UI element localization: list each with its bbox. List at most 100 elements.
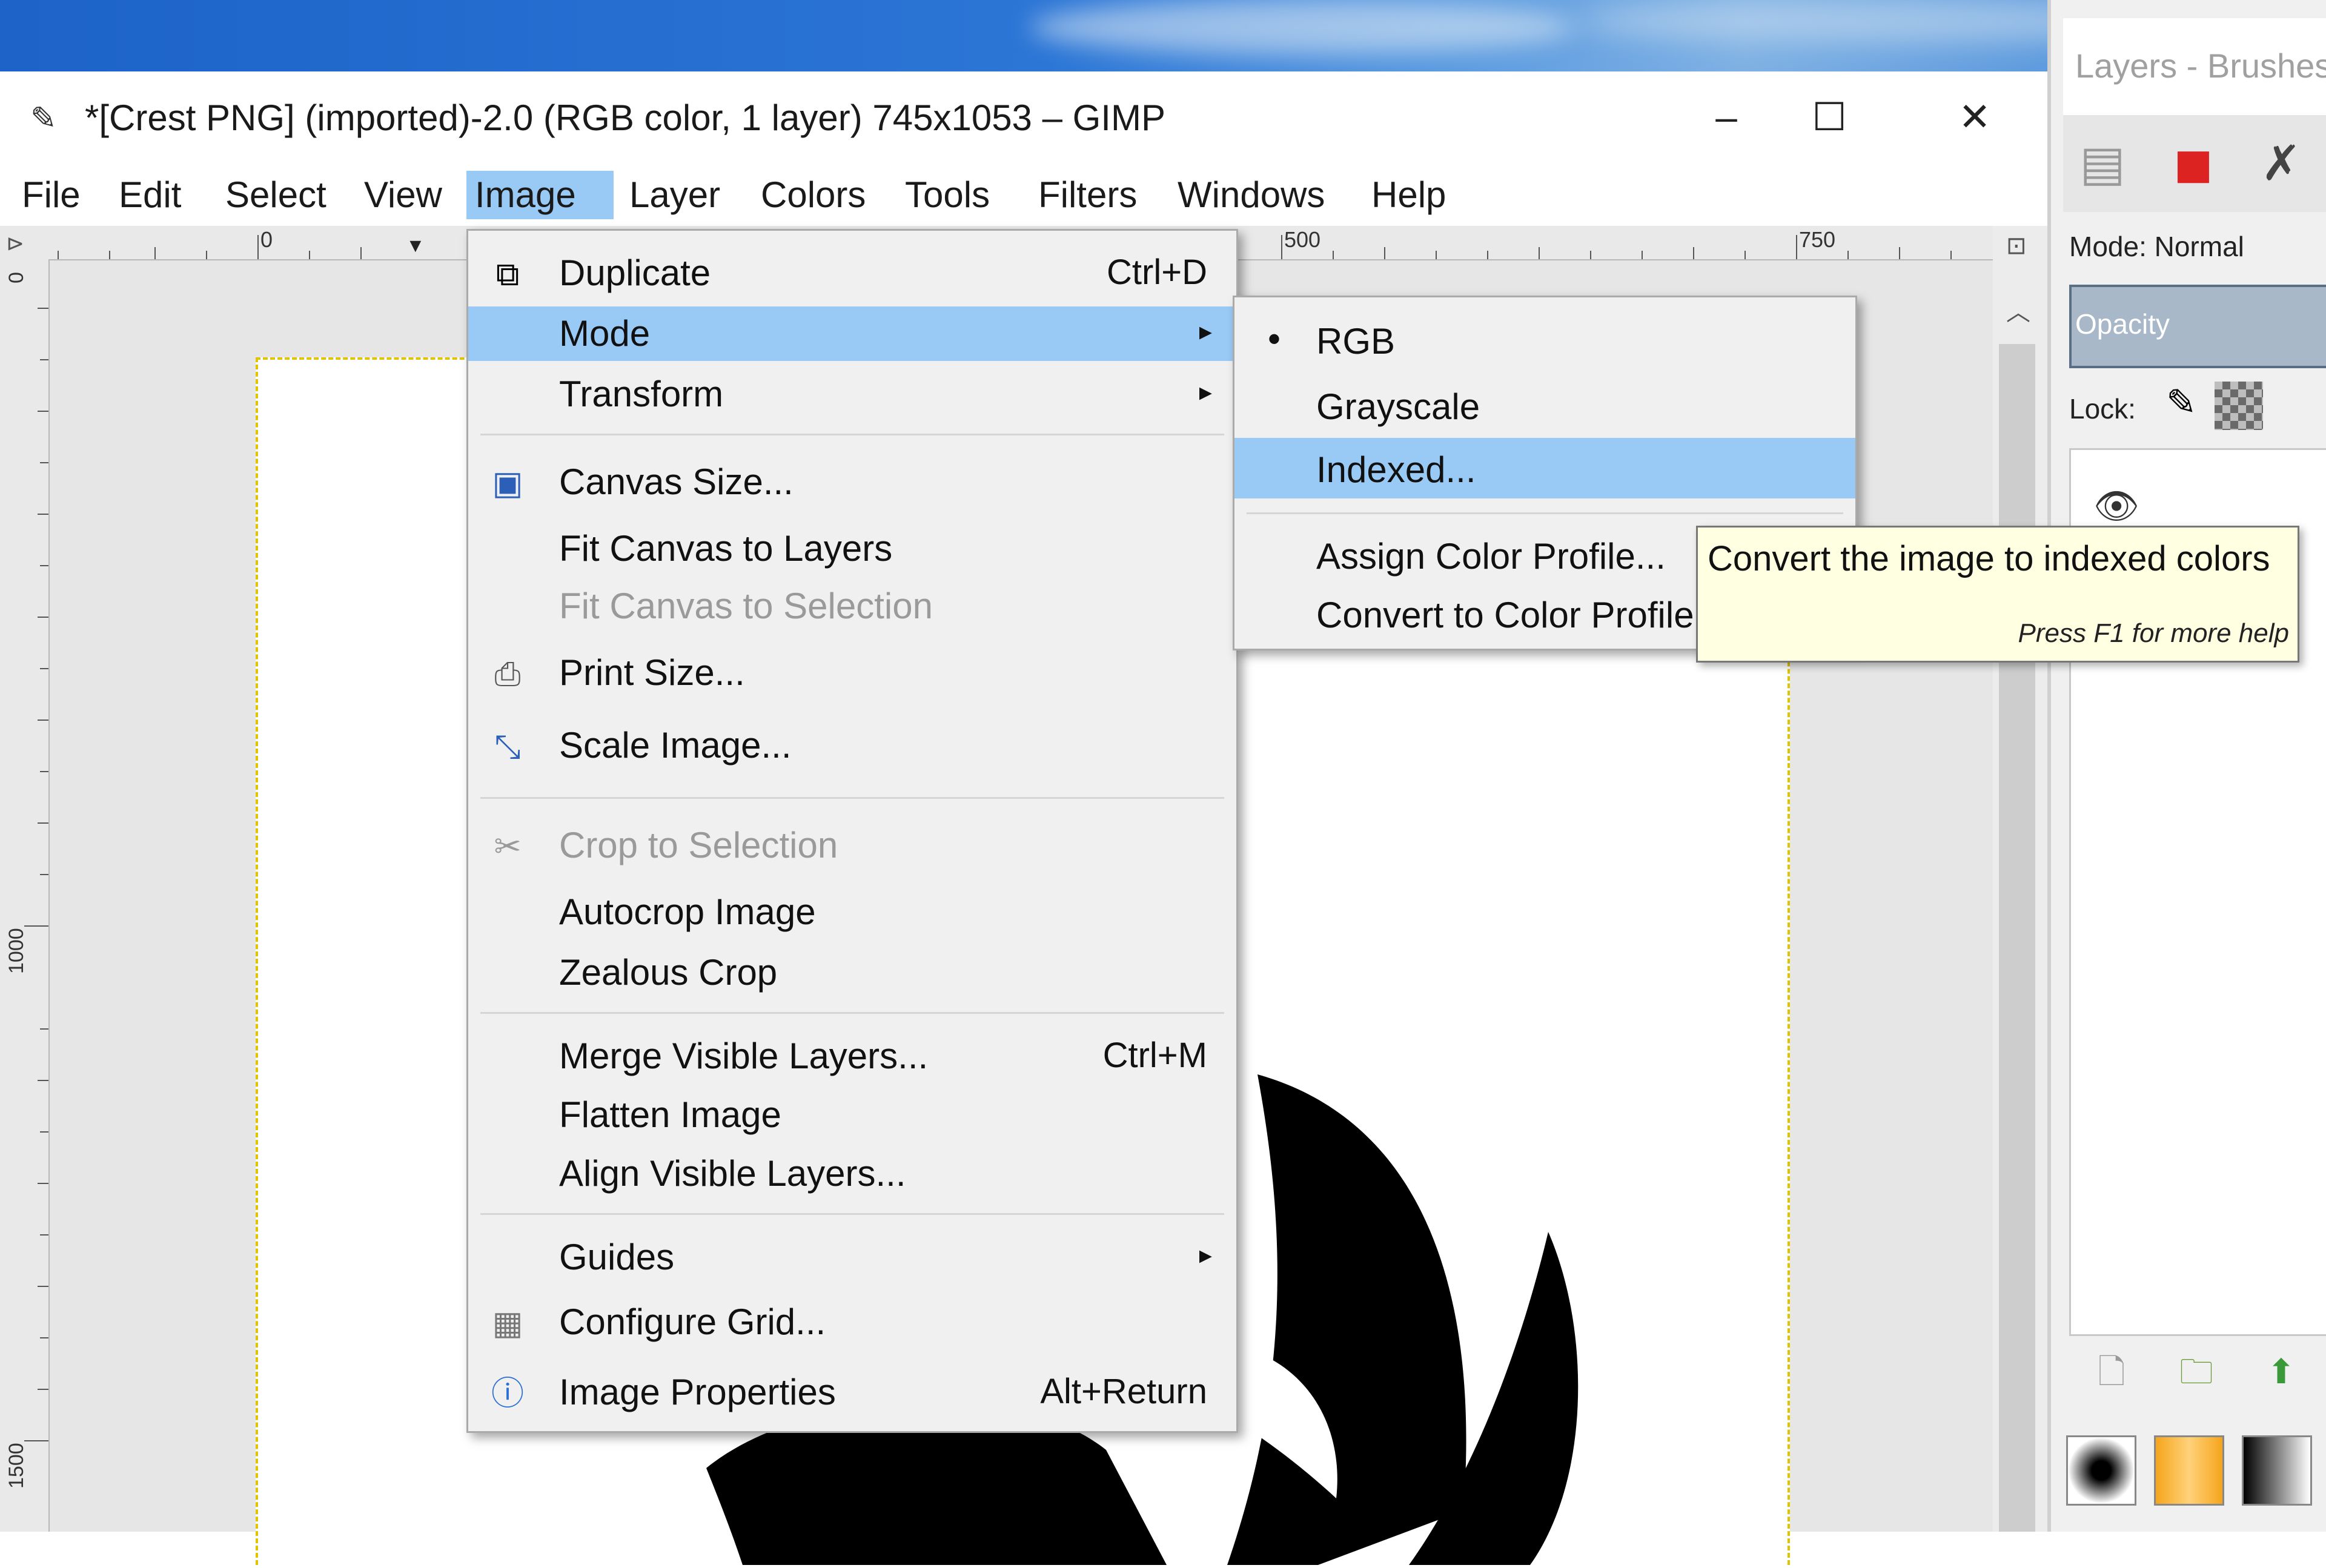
menu-item-transform[interactable]: Transform ▸ (468, 367, 1236, 422)
menu-layer[interactable]: Layer (621, 171, 729, 219)
minimize-button[interactable]: – (1690, 90, 1763, 144)
scroll-up-icon[interactable]: ︿ (2006, 293, 2030, 328)
ruler-tick (1590, 251, 1591, 259)
menu-item-label: Fit Canvas to Layers (559, 528, 893, 569)
visibility-eye-icon[interactable]: 👁 (2093, 485, 2139, 528)
raise-layer-icon[interactable]: ⬆ (2257, 1348, 2305, 1396)
ruler-label: 750 (1799, 227, 1836, 252)
ruler-label: 0 (5, 272, 28, 283)
lock-pixels-icon[interactable]: ✎ (2166, 382, 2196, 424)
scrollbar-thumb[interactable] (1999, 344, 2035, 1532)
gradient-icon[interactable] (2242, 1435, 2312, 1506)
ruler-tick (38, 617, 48, 618)
lock-alpha-icon[interactable] (2215, 382, 2263, 430)
submenu-item-indexed[interactable]: Indexed... (1234, 438, 1855, 498)
submenu-arrow-icon: ▸ (1199, 1240, 1212, 1269)
ruler-tick (1950, 251, 1952, 259)
menu-item-align-visible-layers[interactable]: Align Visible Layers... (468, 1146, 1236, 1201)
menu-item-crop-to-selection: ✂ Crop to Selection (468, 818, 1236, 873)
ruler-tick (1642, 251, 1643, 259)
menu-item-label: Canvas Size... (559, 461, 794, 502)
tooltip-hint: Press F1 for more help (2018, 618, 2290, 648)
ruler-tick (206, 251, 207, 259)
brush-icon[interactable] (2066, 1435, 2136, 1506)
menu-item-canvas-size[interactable]: ▣ Canvas Size... (468, 455, 1236, 509)
menu-select[interactable]: Select (217, 171, 335, 219)
grid-icon: ▦ (492, 1305, 523, 1341)
menu-edit[interactable]: Edit (110, 171, 190, 219)
menu-item-duplicate[interactable]: ⧉ Duplicate Ctrl+D (468, 246, 1236, 300)
vertical-ruler[interactable]: 0 1000 1500 (0, 259, 50, 1532)
menu-item-fit-canvas-to-layers[interactable]: Fit Canvas to Layers (468, 521, 1236, 576)
menu-item-label: Zealous Crop (559, 952, 778, 993)
ruler-tick (38, 308, 48, 309)
menu-item-guides[interactable]: Guides ▸ (468, 1230, 1236, 1285)
submenu-item-label: Assign Color Profile... (1316, 536, 1666, 577)
navigate-icon[interactable]: ⊡ (2006, 232, 2027, 260)
menu-colors[interactable]: Colors (752, 171, 874, 219)
submenu-item-rgb[interactable]: • RGB (1234, 309, 1855, 370)
radio-selected-icon: • (1268, 319, 1281, 359)
menu-item-configure-grid[interactable]: ▦ Configure Grid... (468, 1295, 1236, 1349)
ruler-tick (38, 822, 48, 824)
ruler-tick (257, 235, 259, 259)
ruler-pointer-marker: ▼ (406, 234, 425, 256)
layer-mode-label[interactable]: Mode: Normal (2069, 230, 2244, 263)
menu-filters[interactable]: Filters (1030, 171, 1145, 219)
ruler-tick (40, 359, 48, 360)
menu-item-label: Align Visible Layers... (559, 1153, 906, 1194)
ruler-tick (40, 1131, 48, 1133)
menu-help[interactable]: Help (1363, 171, 1454, 219)
menu-windows[interactable]: Windows (1169, 171, 1333, 219)
submenu-item-grayscale[interactable]: Grayscale (1234, 375, 1855, 435)
ruler-tick (40, 565, 48, 566)
maximize-button[interactable]: ☐ (1793, 90, 1866, 144)
menu-separator (480, 1213, 1224, 1215)
ruler-tick (1281, 235, 1282, 259)
submenu-item-label: Convert to Color Profile... (1316, 595, 1725, 635)
print-size-icon: ⎙ (494, 656, 521, 692)
ruler-tick (38, 1286, 48, 1287)
ruler-tick (24, 925, 48, 927)
ruler-tick (40, 1028, 48, 1030)
close-button[interactable]: ✕ (1938, 90, 2011, 144)
menu-tools[interactable]: Tools (896, 171, 998, 219)
paths-tab-icon[interactable]: ✗ (2242, 127, 2321, 200)
menu-item-zealous-crop[interactable]: Zealous Crop (468, 945, 1236, 1000)
menu-item-label: Print Size... (559, 652, 745, 693)
ruler-tick (1693, 247, 1694, 259)
opacity-label: Opacity (2075, 308, 2170, 340)
layer-group-icon[interactable]: 🗀 (2172, 1348, 2221, 1396)
menu-file[interactable]: File (13, 171, 89, 219)
menu-item-label: Merge Visible Layers... (559, 1036, 929, 1076)
ruler-menu-icon[interactable]: ⊳ (6, 231, 24, 256)
scale-image-icon: ⤡ (494, 729, 521, 765)
ruler-tick (40, 1337, 48, 1338)
menu-separator (480, 797, 1224, 799)
ruler-label: 0 (260, 227, 273, 252)
ruler-label: 1000 (5, 928, 28, 974)
menu-item-merge-visible-layers[interactable]: Merge Visible Layers... Ctrl+M (468, 1029, 1236, 1083)
menu-item-autocrop-image[interactable]: Autocrop Image (468, 885, 1236, 939)
ruler-tick (309, 251, 310, 259)
new-layer-icon[interactable]: 🗋 (2087, 1348, 2136, 1396)
menu-item-fit-canvas-to-selection: Fit Canvas to Selection (468, 579, 1236, 633)
menu-item-mode[interactable]: Mode ▸ (468, 306, 1236, 361)
layers-tab-icon[interactable]: ▤ (2063, 127, 2142, 200)
menu-item-label: Crop to Selection (559, 825, 838, 865)
ruler-tick (360, 247, 362, 259)
ruler-tick (1847, 251, 1849, 259)
pattern-icon[interactable] (2154, 1435, 2224, 1506)
menu-item-print-size[interactable]: ⎙ Print Size... (468, 646, 1236, 700)
menu-item-image-properties[interactable]: ⓘ Image Properties Alt+Return (468, 1365, 1236, 1420)
ruler-tick (38, 411, 48, 412)
ruler-tick (38, 1080, 48, 1081)
title-bar[interactable]: ✎ *[Crest PNG] (imported)-2.0 (RGB color… (0, 71, 2047, 162)
menu-item-scale-image[interactable]: ⤡ Scale Image... (468, 718, 1236, 773)
ruler-label: 1500 (5, 1443, 28, 1489)
ruler-tick (154, 247, 156, 259)
channels-tab-icon[interactable]: ◼ (2154, 127, 2233, 200)
menu-item-flatten-image[interactable]: Flatten Image (468, 1088, 1236, 1142)
menu-image[interactable]: Image (466, 171, 614, 219)
menu-view[interactable]: View (356, 171, 451, 219)
